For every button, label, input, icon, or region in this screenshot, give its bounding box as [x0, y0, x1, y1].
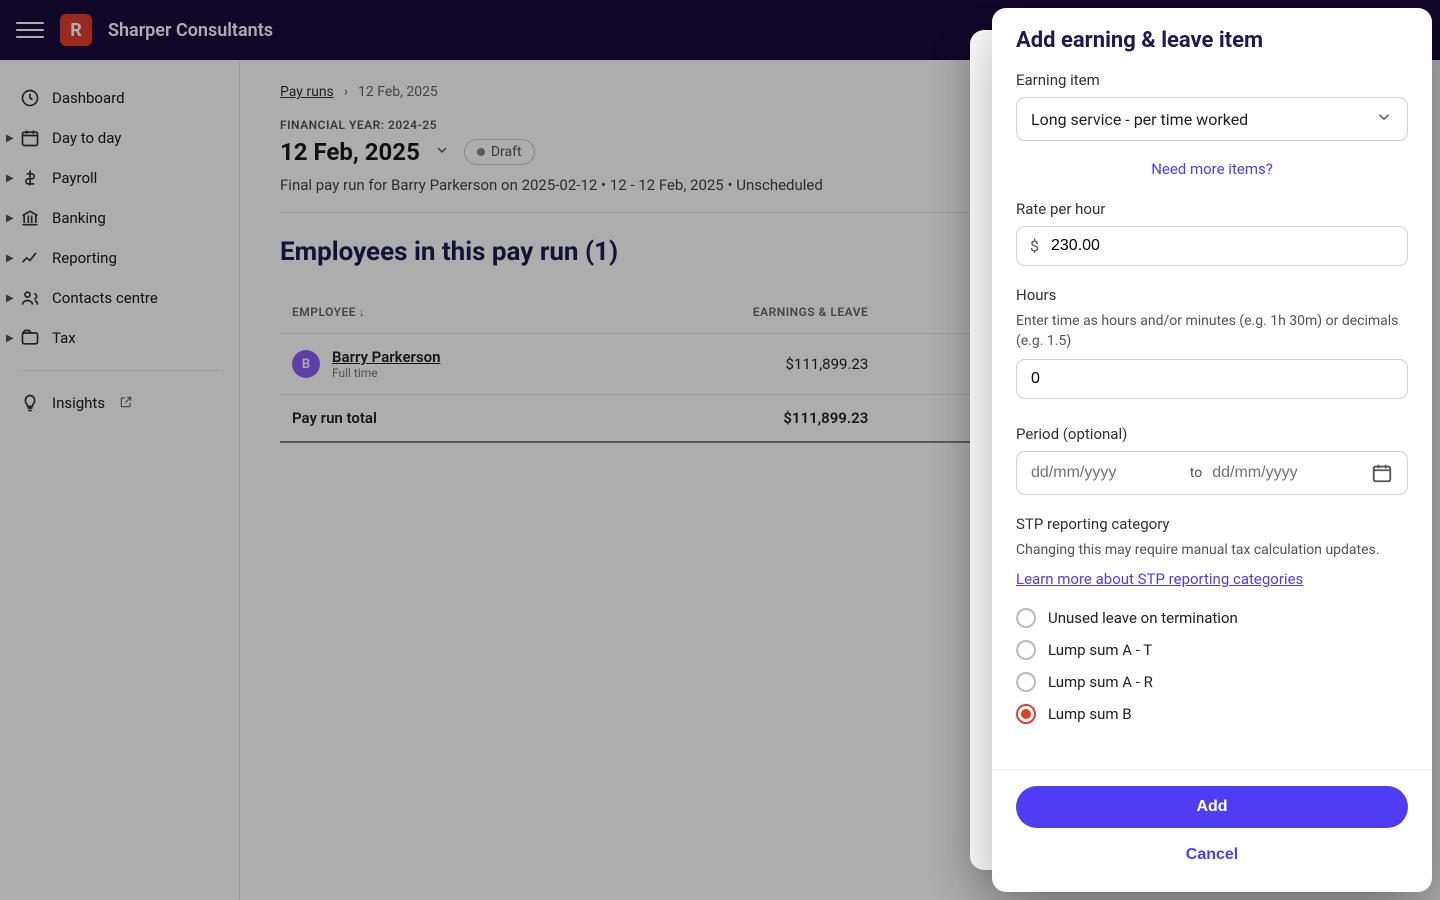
- period-label: Period (optional): [1016, 425, 1408, 443]
- stp-learn-more-link[interactable]: Learn more about STP reporting categorie…: [1016, 570, 1303, 588]
- hours-hint: Enter time as hours and/or minutes (e.g.…: [1016, 312, 1408, 351]
- radio-label: Unused leave on termination: [1048, 609, 1238, 627]
- rate-label: Rate per hour: [1016, 200, 1408, 218]
- radio-label: Lump sum A - R: [1048, 673, 1153, 691]
- radio-icon: [1016, 672, 1036, 692]
- radio-icon: [1016, 640, 1036, 660]
- radio-label: Lump sum A - T: [1048, 641, 1152, 659]
- stp-label: STP reporting category: [1016, 515, 1408, 533]
- period-to-input[interactable]: [1212, 464, 1361, 482]
- currency-prefix: $: [1030, 237, 1039, 256]
- period-to-word: to: [1190, 465, 1202, 481]
- calendar-icon[interactable]: [1371, 462, 1393, 484]
- radio-icon: [1016, 608, 1036, 628]
- earning-item-select[interactable]: Long service - per time worked: [1016, 97, 1408, 141]
- chevron-down-icon: [1375, 108, 1393, 130]
- earning-item-label: Earning item: [1016, 71, 1408, 89]
- stp-option-lump-sum-b[interactable]: Lump sum B: [1016, 698, 1408, 730]
- add-earning-modal: Add earning & leave item Earning item Lo…: [992, 8, 1432, 892]
- stp-hint: Changing this may require manual tax cal…: [1016, 541, 1408, 561]
- stp-option-unused-leave[interactable]: Unused leave on termination: [1016, 602, 1408, 634]
- hours-label: Hours: [1016, 286, 1408, 304]
- period-from-input[interactable]: [1031, 464, 1180, 482]
- stp-option-lump-sum-a-r[interactable]: Lump sum A - R: [1016, 666, 1408, 698]
- hours-input[interactable]: [1016, 359, 1408, 399]
- select-value: Long service - per time worked: [1031, 110, 1248, 129]
- period-input-group: to: [1016, 451, 1408, 495]
- add-button[interactable]: Add: [1016, 786, 1408, 828]
- rate-input[interactable]: [1016, 226, 1408, 266]
- stp-option-lump-sum-a-t[interactable]: Lump sum A - T: [1016, 634, 1408, 666]
- cancel-button[interactable]: Cancel: [1016, 838, 1408, 872]
- need-more-items-link[interactable]: Need more items?: [1151, 160, 1273, 178]
- radio-label: Lump sum B: [1048, 705, 1132, 723]
- radio-icon: [1016, 704, 1036, 724]
- modal-title: Add earning & leave item: [992, 8, 1432, 65]
